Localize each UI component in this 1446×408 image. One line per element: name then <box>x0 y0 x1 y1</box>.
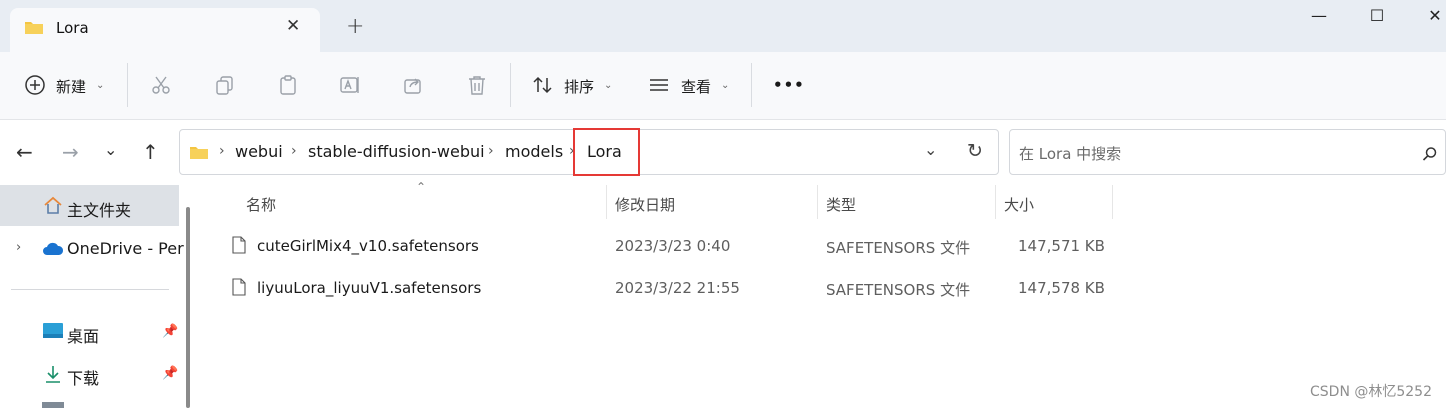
chevron-down-icon: ⌄ <box>96 80 105 91</box>
column-header-type[interactable]: 类型 <box>826 194 856 215</box>
file-name[interactable]: liyuuLora_liyuuV1.safetensors <box>257 279 481 297</box>
desktop-icon <box>42 322 64 343</box>
forward-arrow-icon[interactable]: → <box>62 140 79 164</box>
rename-icon[interactable] <box>339 74 361 100</box>
up-arrow-icon[interactable]: ↑ <box>142 140 159 164</box>
home-icon <box>43 196 63 218</box>
column-divider[interactable] <box>606 185 607 219</box>
breadcrumb-separator[interactable]: › <box>488 143 494 159</box>
search-input[interactable]: 在 Lora 中搜索 <box>1019 143 1121 164</box>
delete-icon[interactable] <box>466 74 488 100</box>
breadcrumb-webui[interactable]: webui <box>235 142 283 161</box>
address-history-chevron-icon[interactable]: ⌄ <box>924 140 937 159</box>
column-divider[interactable] <box>995 185 996 219</box>
cut-icon[interactable] <box>150 74 172 100</box>
sidebar-divider <box>11 289 169 290</box>
watermark: CSDN @林忆5252 <box>1310 384 1432 400</box>
sidebar-item-downloads[interactable]: 下载 <box>67 365 99 389</box>
more-options-button[interactable]: ••• <box>773 76 805 94</box>
paste-icon[interactable] <box>277 74 299 100</box>
file-icon <box>232 278 246 300</box>
breadcrumb-models[interactable]: models <box>505 142 563 161</box>
sidebar-item-desktop[interactable]: 桌面 <box>67 323 99 347</box>
toolbar-divider <box>751 63 752 107</box>
breadcrumb-separator[interactable]: › <box>291 143 297 159</box>
search-icon[interactable] <box>1422 146 1438 166</box>
chevron-down-icon: ⌄ <box>604 80 613 91</box>
file-name[interactable]: cuteGirlMix4_v10.safetensors <box>257 237 479 255</box>
back-arrow-icon[interactable]: ← <box>16 140 33 164</box>
breadcrumb-separator[interactable]: › <box>219 143 225 159</box>
copy-icon[interactable] <box>214 74 236 100</box>
file-modified: 2023/3/22 21:55 <box>615 279 740 297</box>
column-header-size[interactable]: 大小 <box>1004 194 1034 215</box>
column-divider[interactable] <box>817 185 818 219</box>
tab-close-icon[interactable]: ✕ <box>286 16 300 36</box>
file-type: SAFETENSORS 文件 <box>826 239 971 257</box>
pin-icon: 📌 <box>162 324 179 339</box>
download-icon <box>44 364 62 388</box>
maximize-button[interactable]: ☐ <box>1362 6 1392 28</box>
file-modified: 2023/3/23 0:40 <box>615 237 731 255</box>
tab-title: Lora <box>56 19 89 37</box>
sidebar-scrollbar[interactable] <box>186 207 190 408</box>
column-header-modified[interactable]: 修改日期 <box>615 194 675 215</box>
minimize-button[interactable]: — <box>1304 6 1334 28</box>
file-type: SAFETENSORS 文件 <box>826 281 971 299</box>
new-icon <box>24 74 46 100</box>
file-size: 147,571 KB <box>1018 237 1105 255</box>
view-icon <box>648 74 670 100</box>
new-tab-button[interactable]: + <box>346 14 364 39</box>
view-button[interactable]: 查看 <box>681 76 711 97</box>
onedrive-cloud-icon <box>42 241 64 260</box>
sort-ascending-icon: ⌃ <box>416 180 427 194</box>
file-size: 147,578 KB <box>1018 279 1105 297</box>
expand-chevron-icon[interactable]: › <box>16 240 21 255</box>
breadcrumb-stable-diffusion-webui[interactable]: stable-diffusion-webui <box>308 142 485 161</box>
sidebar-item-onedrive[interactable]: OneDrive - Per <box>67 239 184 258</box>
refresh-icon[interactable]: ↻ <box>967 140 983 162</box>
toolbar-divider <box>510 63 511 107</box>
column-divider[interactable] <box>1112 185 1113 219</box>
new-button[interactable]: 新建 <box>56 76 86 97</box>
toolbar-divider <box>127 63 128 107</box>
pin-icon: 📌 <box>162 366 179 381</box>
highlight-box <box>573 128 640 176</box>
sidebar-item-label: 主文件夹 <box>67 201 132 220</box>
column-header-name[interactable]: 名称 <box>246 194 276 215</box>
sort-icon <box>532 74 554 100</box>
file-icon <box>232 236 246 258</box>
recent-locations-chevron-icon[interactable]: ⌄ <box>104 140 117 159</box>
sort-button[interactable]: 排序 <box>564 76 594 97</box>
share-icon[interactable] <box>402 74 424 100</box>
close-window-button[interactable]: ✕ <box>1420 6 1446 28</box>
documents-icon <box>42 402 64 408</box>
folder-icon <box>189 144 209 164</box>
folder-icon <box>24 19 44 39</box>
chevron-down-icon: ⌄ <box>721 80 730 91</box>
